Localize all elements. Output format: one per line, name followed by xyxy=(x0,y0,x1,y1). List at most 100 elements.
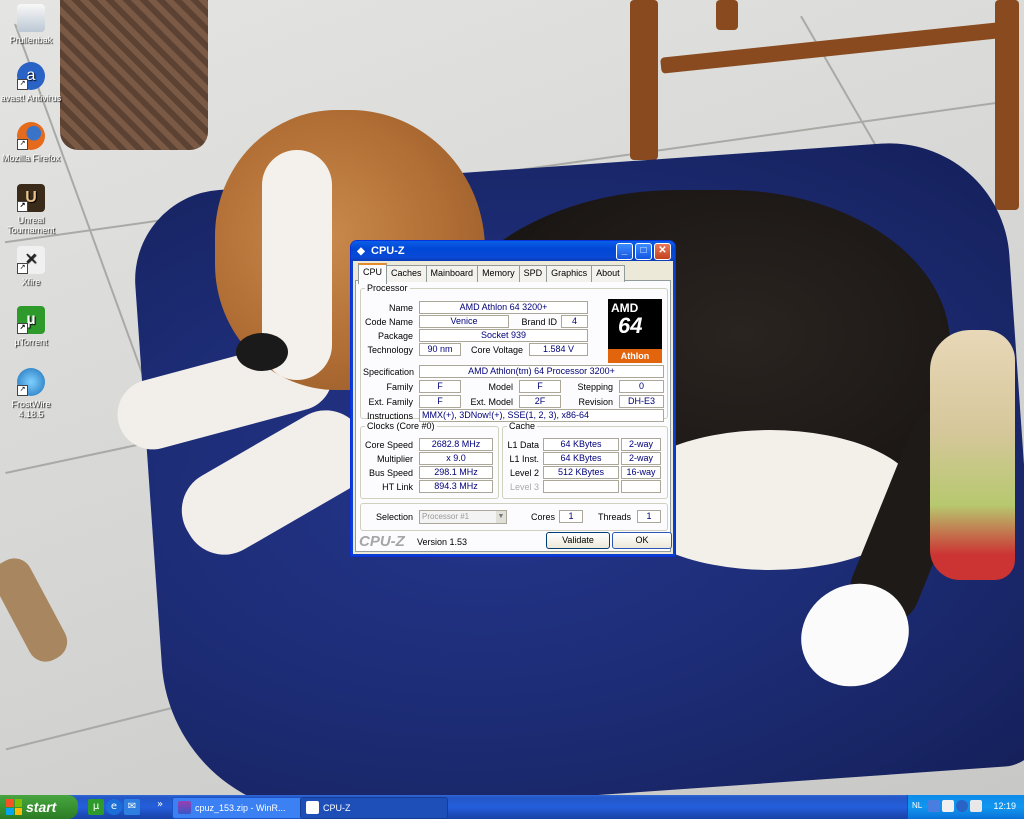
selection-label: Selection xyxy=(375,512,413,522)
window-footer: CPU-Z Version 1.53 Validate OK xyxy=(356,531,672,551)
desktop-icon-utorrent[interactable]: µ ↗ µTorrent xyxy=(0,306,62,347)
cpuz-brand-logo: CPU-Z xyxy=(359,533,405,550)
threads-label: Threads xyxy=(597,512,631,522)
processor-select[interactable]: Processor #1 ▼ xyxy=(419,510,507,524)
l1-data-assoc: 2-way xyxy=(621,438,661,451)
bus-speed-value: 298.1 MHz xyxy=(419,466,493,479)
taskbar-item-winrar[interactable]: cpuz_153.zip - WinR... xyxy=(172,797,316,819)
l1-data-value: 64 KBytes xyxy=(543,438,619,451)
level3-assoc xyxy=(621,480,661,493)
processor-legend: Processor xyxy=(367,283,408,293)
desktop-icon-label: avast! Antivirus xyxy=(0,93,62,103)
codename-label: Code Name xyxy=(364,317,413,327)
frostwire-icon: ↗ xyxy=(17,368,45,396)
taskbar-item-cpuz[interactable]: CPU-Z xyxy=(300,797,448,819)
tab-memory[interactable]: Memory xyxy=(477,265,520,282)
desktop-icon-firefox[interactable]: ↗ Mozilla Firefox xyxy=(0,122,62,163)
instructions-label: Instructions xyxy=(366,411,413,421)
ht-link-value: 894.3 MHz xyxy=(419,480,493,493)
cache-group: Cache L1 Data 64 KBytes 2-way L1 Inst. 6… xyxy=(502,421,668,499)
taskbar-item-label: CPU-Z xyxy=(323,803,351,813)
technology-value: 90 nm xyxy=(419,343,461,356)
xfire-icon: ✕ ↗ xyxy=(17,246,45,274)
tab-mainboard[interactable]: Mainboard xyxy=(425,265,479,282)
tab-cpu[interactable]: CPU xyxy=(358,263,388,284)
cores-label: Cores xyxy=(530,512,555,522)
desktop-icon-label: µTorrent xyxy=(14,337,48,347)
revision-label: Revision xyxy=(578,397,613,407)
core-voltage-label: Core Voltage xyxy=(470,345,523,355)
cpu-tab-panel: Processor Name AMD Athlon 64 3200+ Code … xyxy=(355,280,672,552)
clocks-group: Clocks (Core #0) Core Speed 2682.8 MHz M… xyxy=(360,421,499,499)
version-label: Version 1.53 xyxy=(417,537,468,547)
desktop-icon-recycle-bin[interactable]: Prullenbak xyxy=(0,4,62,45)
desktop-icon-frostwire[interactable]: ↗ FrostWire 4.18.5 xyxy=(0,368,62,419)
level2-value: 512 KBytes xyxy=(543,466,619,479)
clock[interactable]: 12:19 xyxy=(993,801,1016,811)
minimize-button[interactable]: _ xyxy=(616,242,633,260)
system-tray: NL 12:19 xyxy=(907,795,1024,819)
ext-family-label: Ext. Family xyxy=(368,397,413,407)
stepping-label: Stepping xyxy=(577,382,613,392)
desktop-icon-xfire[interactable]: ✕ ↗ Xfire xyxy=(0,246,62,287)
cpuz-icon xyxy=(306,801,319,814)
model-value: F xyxy=(519,380,561,393)
desktop-icon-avast[interactable]: a ↗ avast! Antivirus xyxy=(0,62,62,103)
level2-label: Level 2 xyxy=(509,468,539,478)
tray-nav-icon[interactable] xyxy=(928,800,940,812)
desktop-icon-label: Prullenbak xyxy=(9,35,53,45)
multiplier-value: x 9.0 xyxy=(419,452,493,465)
outlook-express-icon[interactable]: ✉ xyxy=(124,799,140,815)
brandid-value: 4 xyxy=(561,315,588,328)
maximize-button[interactable]: □ xyxy=(635,242,652,260)
model-label: Model xyxy=(488,382,513,392)
window-title: CPU-Z xyxy=(371,245,405,257)
cpuz-window[interactable]: ◆ CPU-Z _ □ ✕ CPU Caches Mainboard Memor… xyxy=(350,240,676,557)
cpuz-app-icon: ◆ xyxy=(357,245,365,257)
chevron-down-icon: ▼ xyxy=(496,511,506,523)
ext-model-value: 2F xyxy=(519,395,561,408)
cores-value: 1 xyxy=(559,510,583,523)
tray-monitor-icon[interactable] xyxy=(970,800,982,812)
amd-athlon64-logo: AMD 64 Athlon xyxy=(608,299,662,363)
brandid-label: Brand ID xyxy=(521,317,557,327)
clocks-legend: Clocks (Core #0) xyxy=(367,421,435,431)
start-label: start xyxy=(26,799,57,815)
ok-button[interactable]: OK xyxy=(612,532,672,549)
language-indicator[interactable]: NL xyxy=(912,801,922,810)
codename-value: Venice xyxy=(419,315,509,328)
ext-family-value: F xyxy=(419,395,461,408)
quicklaunch-overflow[interactable]: » xyxy=(152,797,168,813)
level3-label: Level 3 xyxy=(509,482,539,492)
ht-link-label: HT Link xyxy=(382,482,413,492)
close-button[interactable]: ✕ xyxy=(654,242,671,260)
desktop-icon-label: Mozilla Firefox xyxy=(1,153,60,163)
taskbar-item-label: cpuz_153.zip - WinR... xyxy=(195,803,286,813)
avast-tray-icon[interactable] xyxy=(956,800,968,812)
tab-graphics[interactable]: Graphics xyxy=(546,265,593,282)
taskbar: start µ e ✉ » cpuz_153.zip - WinR... CPU… xyxy=(0,795,1024,819)
tab-caches[interactable]: Caches xyxy=(386,265,427,282)
processor-group: Processor Name AMD Athlon 64 3200+ Code … xyxy=(360,283,668,422)
window-titlebar[interactable]: ◆ CPU-Z _ □ ✕ xyxy=(351,241,675,261)
tab-bar: CPU Caches Mainboard Memory SPD Graphics… xyxy=(355,263,671,284)
threads-value: 1 xyxy=(637,510,661,523)
tray-network-icon[interactable] xyxy=(942,800,954,812)
package-label: Package xyxy=(377,331,413,341)
l1-data-label: L1 Data xyxy=(507,440,539,450)
utorrent-icon[interactable]: µ xyxy=(88,799,104,815)
start-button[interactable]: start xyxy=(0,795,78,819)
core-speed-value: 2682.8 MHz xyxy=(419,438,493,451)
ie-icon[interactable]: e xyxy=(106,799,122,815)
desktop-icon-label: Unreal Tournament xyxy=(7,215,55,235)
revision-value: DH-E3 xyxy=(619,395,664,408)
package-value: Socket 939 xyxy=(419,329,588,342)
tab-about[interactable]: About xyxy=(591,265,625,282)
tab-spd[interactable]: SPD xyxy=(518,265,548,282)
level2-assoc: 16-way xyxy=(621,466,661,479)
desktop-icon-unreal-tournament[interactable]: U ↗ Unreal Tournament xyxy=(0,184,62,235)
l1-inst-value: 64 KBytes xyxy=(543,452,619,465)
l1-inst-label: L1 Inst. xyxy=(509,454,539,464)
bus-speed-label: Bus Speed xyxy=(368,468,413,478)
validate-button[interactable]: Validate xyxy=(546,532,610,549)
